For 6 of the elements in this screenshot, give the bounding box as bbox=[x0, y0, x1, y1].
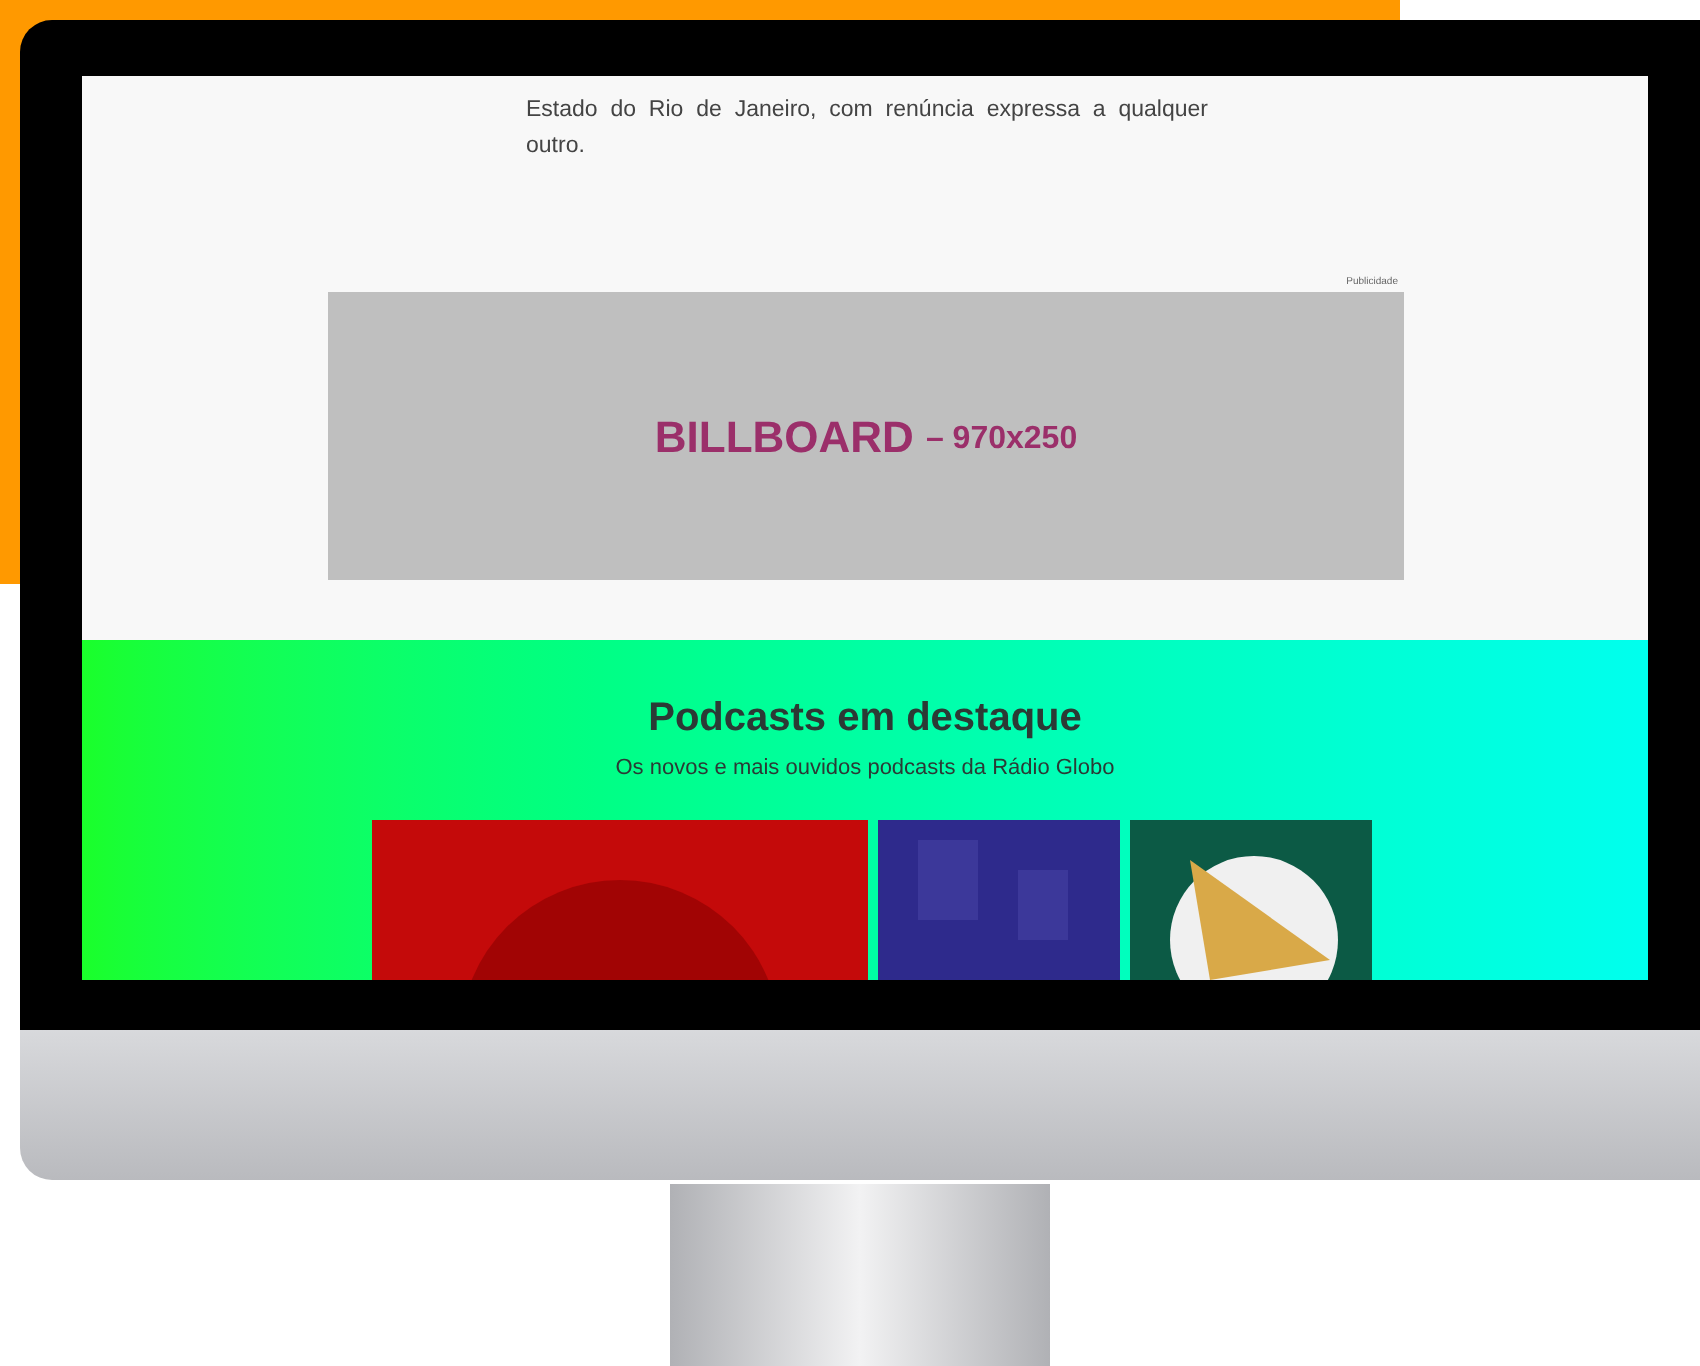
podcast-cover[interactable] bbox=[1130, 820, 1372, 980]
section-title: Podcasts em destaque bbox=[648, 693, 1082, 743]
section-subtitle: Os novos e mais ouvidos podcasts da Rádio Globo bbox=[615, 753, 1115, 783]
ad-size: – 970x250 bbox=[925, 419, 1078, 460]
ad-title: BILLBOARD bbox=[654, 409, 914, 466]
article-paragraph: Estado do Rio de Janeiro, com renúncia expressa a qualquer outro. bbox=[526, 96, 1208, 162]
